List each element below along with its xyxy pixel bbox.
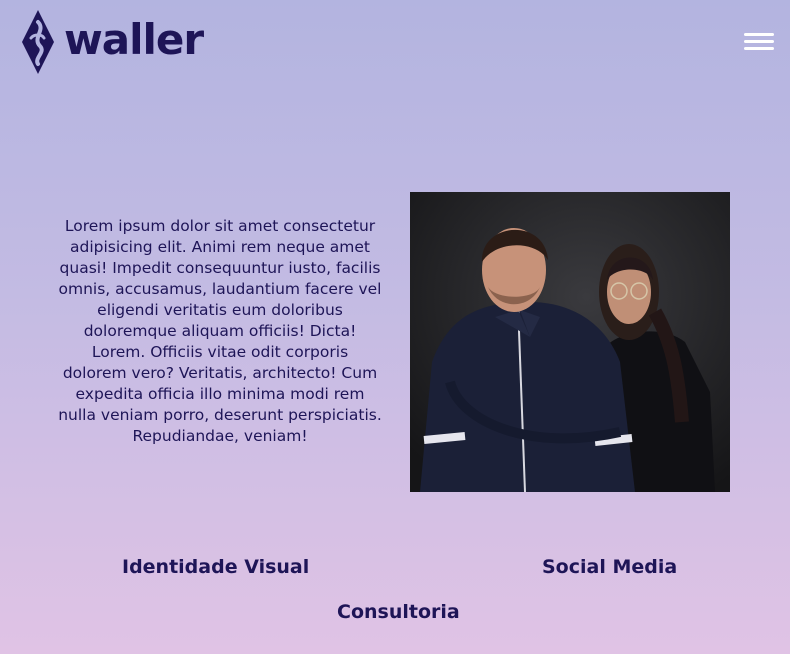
service-identidade-visual[interactable]: Identidade Visual <box>122 556 309 578</box>
site-header: waller <box>0 0 790 90</box>
service-social-media[interactable]: Social Media <box>542 556 677 578</box>
brand-logo[interactable]: waller <box>20 8 204 76</box>
menu-bar <box>744 47 774 50</box>
diamond-swirl-logo-icon <box>22 10 54 74</box>
logo-wordmark: waller <box>64 15 204 64</box>
menu-bar <box>744 33 774 36</box>
hamburger-menu-icon[interactable] <box>742 30 776 54</box>
menu-bar <box>744 40 774 43</box>
about-paragraph: Lorem ipsum dolor sit amet consectetur a… <box>58 217 382 445</box>
service-consultoria[interactable]: Consultoria <box>337 601 460 623</box>
team-photo <box>410 192 730 492</box>
